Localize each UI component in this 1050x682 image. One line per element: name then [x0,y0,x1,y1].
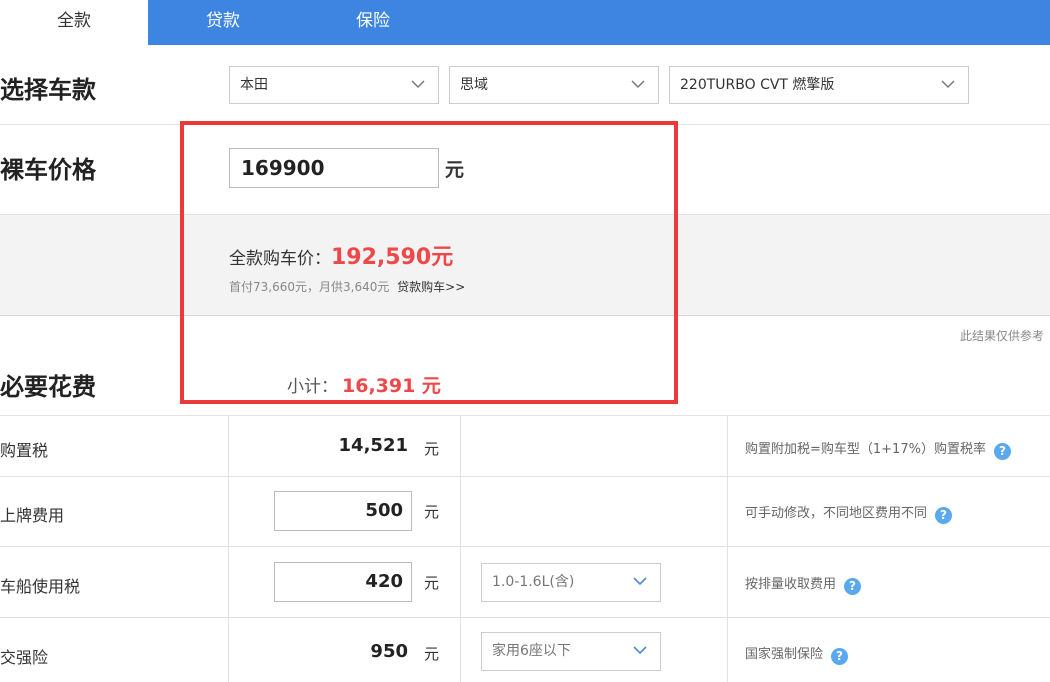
bare-price-unit: 元 [445,159,465,181]
disclaimer-text: 此结果仅供参考 [959,329,1044,343]
required-costs-title: 必要花费 [0,373,96,401]
subtotal-row: 小计： 16,391 元 [287,371,441,398]
vehicle-tax-label: 车船使用税 [0,577,81,596]
tab-full-payment[interactable]: 全款 [0,0,148,45]
tab-bar: 全款 贷款 保险 [0,0,1050,45]
summary-band: 全款购车价：192,590元 首付73,660元，月供3,640元 贷款购车>> [0,214,1050,316]
column-divider [727,415,728,682]
compulsory-insurance-note: 国家强制保险? [745,643,849,665]
chevron-down-icon [633,577,647,586]
chevron-down-icon [411,80,425,89]
purchase-tax-unit: 元 [424,440,440,458]
full-price-value: 192,590元 [331,245,454,270]
model-select-value: 220TURBO CVT 燃擎版 [680,77,835,93]
row-divider [0,617,1050,618]
column-divider [228,415,229,682]
brand-select[interactable]: 本田 [229,66,439,104]
registration-fee-note-text: 可手动修改，不同地区费用不同 [745,506,928,521]
registration-fee-unit: 元 [424,503,440,521]
purchase-tax-label: 购置税 [0,441,49,460]
compulsory-insurance-label: 交强险 [0,648,49,667]
vehicle-tax-input[interactable]: 420 [274,562,412,602]
bare-price-title: 裸车价格 [0,156,96,184]
full-price-row: 全款购车价：192,590元 [229,239,453,271]
select-car-title: 选择车款 [0,76,96,104]
loan-link[interactable]: 贷款购车>> [397,280,465,294]
compulsory-insurance-unit: 元 [424,645,440,663]
series-select-value: 思域 [460,77,488,93]
help-icon[interactable]: ? [831,648,849,665]
displacement-select-value: 1.0-1.6L(含) [492,574,575,590]
table-top-border [0,415,1050,416]
tab-loan[interactable]: 贷款 [148,0,298,45]
chevron-down-icon [631,80,645,89]
bare-price-input[interactable]: 169900 [229,148,439,188]
registration-fee-note: 可手动修改，不同地区费用不同? [745,502,953,524]
compulsory-insurance-value: 950 [370,641,408,662]
registration-fee-label: 上牌费用 [0,506,65,525]
full-price-label: 全款购车价： [229,249,331,269]
displacement-select[interactable]: 1.0-1.6L(含) [481,563,661,602]
loan-info-text: 首付73,660元，月供3,640元 [229,280,390,294]
chevron-down-icon [941,80,955,89]
seat-type-select-value: 家用6座以下 [492,643,571,659]
help-icon[interactable]: ? [935,507,953,524]
vehicle-tax-note-text: 按排量收取费用 [745,577,837,592]
column-divider [460,415,461,682]
vehicle-tax-note: 按排量收取费用? [745,573,862,595]
chevron-down-icon [633,646,647,655]
subtotal-label: 小计： [287,377,338,397]
divider [0,124,1050,125]
vehicle-tax-unit: 元 [424,574,440,592]
purchase-tax-note: 购置附加税=购车型（1+17%）购置税率? [745,438,1011,460]
compulsory-insurance-note-text: 国家强制保险 [745,647,824,662]
model-select[interactable]: 220TURBO CVT 燃擎版 [669,66,969,104]
help-icon[interactable]: ? [993,443,1011,460]
seat-type-select[interactable]: 家用6座以下 [481,632,661,671]
tab-insurance[interactable]: 保险 [298,0,448,45]
registration-fee-input[interactable]: 500 [274,491,412,531]
purchase-tax-note-text: 购置附加税=购车型（1+17%）购置税率 [745,442,986,457]
brand-select-value: 本田 [240,77,268,93]
subtotal-value: 16,391 元 [342,375,441,397]
help-icon[interactable]: ? [844,578,862,595]
loan-info-row: 首付73,660元，月供3,640元 贷款购车>> [229,278,465,295]
purchase-tax-value: 14,521 [338,435,408,456]
row-divider [0,476,1050,477]
row-divider [0,546,1050,547]
series-select[interactable]: 思域 [449,66,659,104]
